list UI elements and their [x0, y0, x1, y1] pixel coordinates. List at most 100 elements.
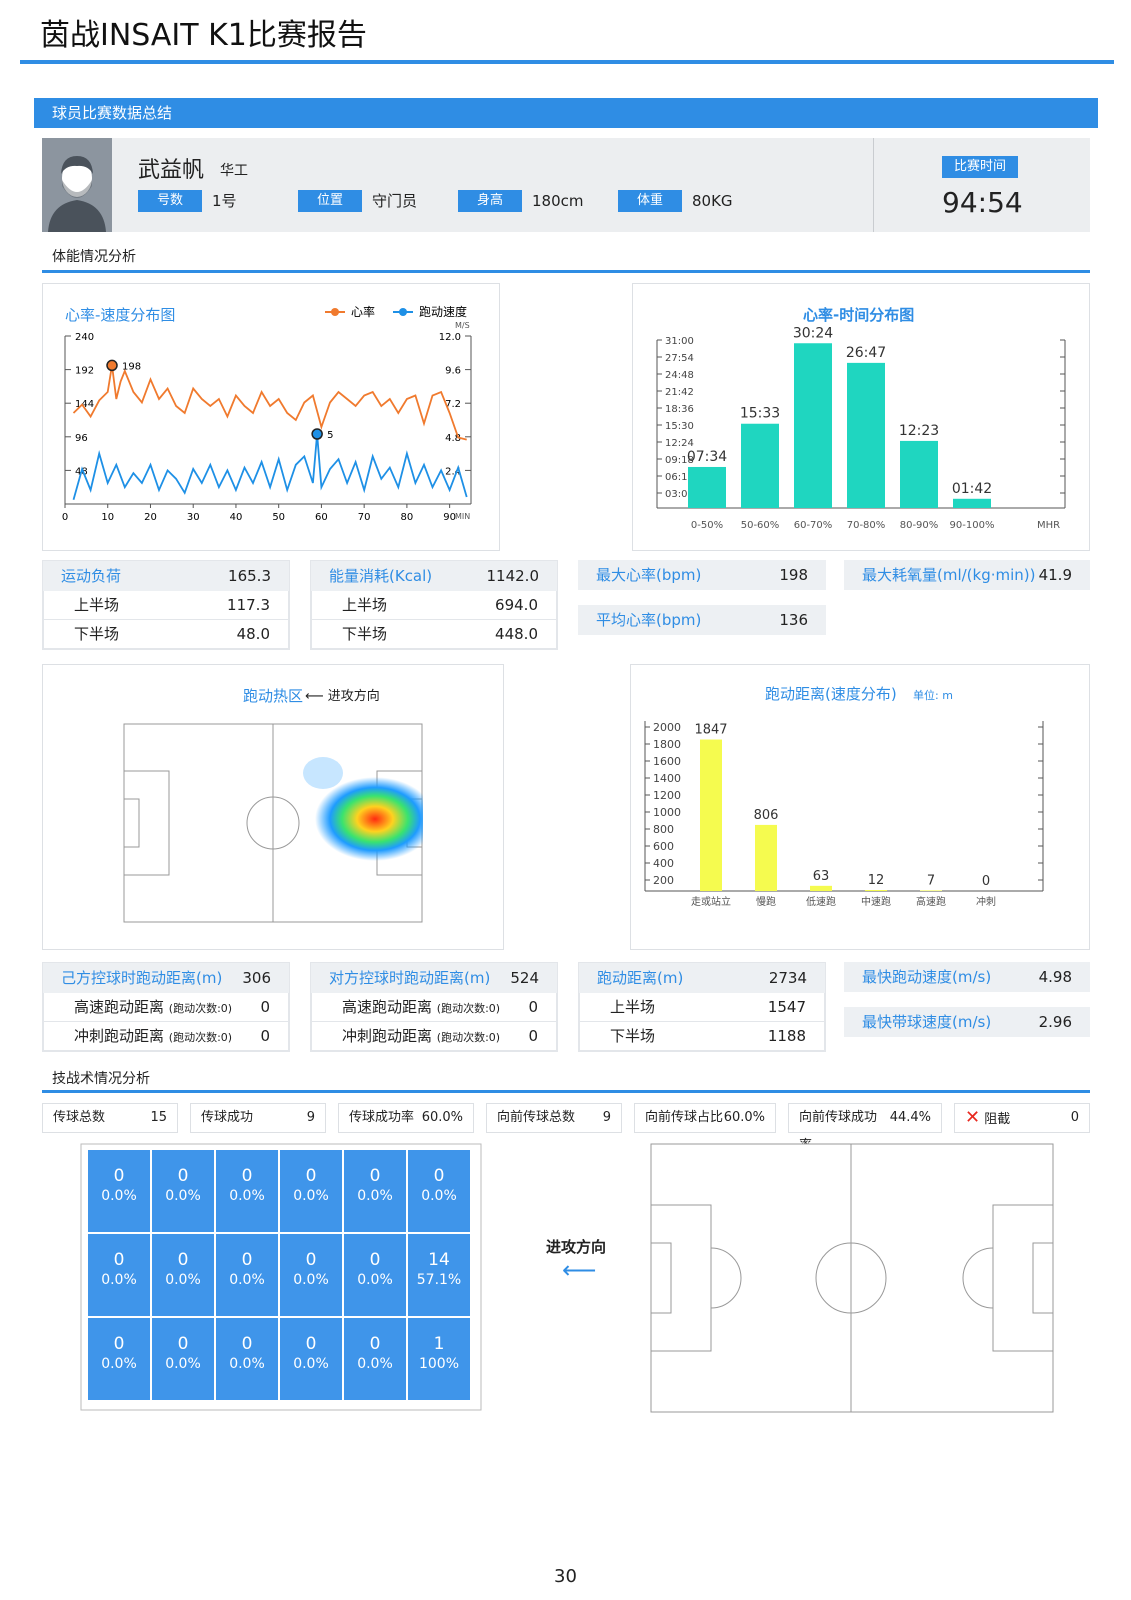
load-first-half-label: 上半场 — [74, 596, 120, 614]
pass-zone-count: 0 — [241, 1250, 253, 1270]
hr-speed-title: 心率-速度分布图 — [65, 306, 175, 324]
pass-zone-cell: 0 0.0% — [88, 1150, 150, 1232]
hr-x-tick: 30 — [187, 512, 200, 523]
run-dist-panel: 跑动距离(速度分布) 单位: m 2000 1800 1600 1400 1200 100… — [630, 664, 1090, 950]
forward-pass-ratio-value: 60.0% — [723, 1110, 765, 1125]
pass-zone-percent: 0.0% — [293, 1356, 329, 1372]
legend-hr-marker — [331, 308, 339, 316]
energy-second-half-value: 448.0 — [495, 625, 538, 643]
ht-y-tick: 21:42 — [665, 387, 694, 398]
max-dribble-speed-label: 最快带球速度(m/s) — [862, 1013, 992, 1031]
ht-bar-label: 07:34 — [687, 449, 727, 465]
pass-zone-percent: 0.0% — [101, 1272, 137, 1288]
ht-bar-label: 26:47 — [846, 345, 886, 361]
hr-speed-panel: 心率-速度分布图 心率 跑动速度 M/S MIN 240 192 144 96 48 12… — [42, 283, 500, 551]
heatmap-pitch — [123, 723, 423, 923]
own-sprint-sub: (跑动次数:0) — [168, 1031, 233, 1044]
speed-series-line — [72, 433, 468, 501]
pass-success-value: 9 — [306, 1110, 315, 1125]
pass-zone-cell: 0 0.0% — [152, 1318, 214, 1400]
run-dist-stats: 跑动距离(m) 2734 上半场 1547 下半场 1188 — [578, 962, 826, 1052]
max-hr-label: 最大心率(bpm) — [596, 566, 702, 584]
pass-rate: 传球成功率 60.0% — [338, 1103, 474, 1133]
heatmap-panel: 跑动热区 ⟵ 进攻方向 — [42, 664, 504, 950]
energy-first-half-value: 694.0 — [495, 596, 538, 614]
own-hs-value: 0 — [260, 998, 270, 1016]
legend-hr-label: 心率 — [351, 304, 375, 319]
pass-zone-percent: 0.0% — [165, 1356, 201, 1372]
hr-x-tick: 70 — [358, 512, 371, 523]
pass-zone-cell: 0 0.0% — [280, 1318, 342, 1400]
pass-zone-percent: 0.0% — [165, 1272, 201, 1288]
pass-zone-percent: 0.0% — [229, 1272, 265, 1288]
avatar-icon — [42, 138, 112, 232]
hr-time-xlabel: MHR — [1037, 520, 1060, 531]
run-first-half-value: 1547 — [767, 998, 806, 1016]
x-axis-unit: MIN — [455, 512, 470, 521]
ht-bar — [741, 423, 779, 508]
own-ball-stats: 己方控球时跑动距离(m) 306 高速跑动距离 (跑动次数:0) 0 冲刺跑动距离 … — [42, 962, 290, 1052]
pass-zone-cell: 0 0.0% — [88, 1234, 150, 1316]
hr-x-tick: 0 — [62, 512, 68, 523]
pass-total-label: 传球总数 — [53, 1110, 106, 1125]
opp-ball-label: 对方控球时跑动距离(m) — [329, 969, 491, 987]
rd-y-tick: 1600 — [653, 755, 681, 768]
own-hs-sub: (跑动次数:0) — [168, 1002, 233, 1015]
pass-zone-cell: 0 0.0% — [88, 1318, 150, 1400]
ht-y-tick: 24:48 — [665, 370, 694, 381]
rd-bar — [920, 890, 942, 891]
energy-value: 1142.0 — [486, 567, 540, 585]
ht-bar-label: 12:23 — [899, 423, 939, 439]
hr-x-tick: 10 — [101, 512, 114, 523]
rd-bar-label: 0 — [982, 874, 990, 889]
rd-y-tick: 800 — [653, 823, 674, 836]
pass-zone-count: 0 — [113, 1166, 125, 1186]
hr-peak-point — [106, 359, 118, 372]
page-title: 茵战INSAIT K1比赛报告 — [40, 18, 367, 53]
ht-x-tick: 60-70% — [794, 520, 833, 531]
pass-zone-cell: 0 0.0% — [344, 1318, 406, 1400]
tag-number-label: 号数 — [138, 190, 202, 212]
rd-y-tick: 1400 — [653, 772, 681, 785]
summary-bar: 球员比赛数据总结 — [34, 98, 1098, 128]
pass-zone-count: 0 — [305, 1166, 317, 1186]
run-first-half-label: 上半场 — [610, 998, 656, 1016]
rd-x-tick: 慢跑 — [756, 895, 776, 908]
run-dist-label: 跑动距离(m) — [597, 969, 684, 987]
opp-hs-sub: (跑动次数:0) — [436, 1002, 501, 1015]
hr-right-tick: 12.0 — [439, 332, 461, 343]
cross-icon: ✕ — [965, 1107, 981, 1128]
ht-x-tick: 90-100% — [950, 520, 995, 531]
tag-height-value: 180cm — [532, 192, 584, 210]
tag-weight-value: 80KG — [692, 192, 733, 210]
player-org: 华工 — [220, 163, 248, 179]
forward-pass-ratio-label: 向前传球占比 — [645, 1110, 724, 1125]
pass-zone-count: 0 — [177, 1166, 189, 1186]
rd-y-tick: 400 — [653, 857, 674, 870]
pass-zone-percent: 0.0% — [357, 1356, 393, 1372]
hr-right-tick: 9.6 — [445, 366, 461, 377]
title-divider — [20, 60, 1114, 64]
vo2-value: 41.9 — [1038, 566, 1072, 584]
forward-pass-rate-value: 44.4% — [889, 1110, 931, 1125]
ht-bar — [794, 343, 832, 508]
pass-zone-cell: 0 0.0% — [408, 1150, 470, 1232]
rd-x-tick: 走或站立 — [691, 895, 731, 908]
pass-zone-count: 0 — [177, 1250, 189, 1270]
rd-bar — [755, 824, 777, 891]
pass-zone-percent: 0.0% — [165, 1188, 201, 1204]
speed-peak-label: 5 — [327, 430, 333, 441]
own-hs-label: 高速跑动距离 — [74, 998, 165, 1016]
pass-zone-count: 1 — [433, 1334, 445, 1354]
pass-zone-count: 0 — [369, 1166, 381, 1186]
opp-sprint-value: 0 — [528, 1027, 538, 1045]
max-dribble-speed-stat: 最快带球速度(m/s) 2.96 — [844, 1007, 1090, 1037]
pass-zone-count: 0 — [433, 1166, 445, 1186]
forward-pass-ratio: 向前传球占比 60.0% — [634, 1103, 776, 1133]
own-sprint-label: 冲刺跑动距离 — [74, 1027, 165, 1045]
pass-success-label: 传球成功 — [201, 1110, 254, 1125]
load-first-half-value: 117.3 — [227, 596, 270, 614]
opp-hs-value: 0 — [528, 998, 538, 1016]
pass-zone-percent: 100% — [418, 1356, 460, 1372]
pass-zone-cell: 1 100% — [408, 1318, 470, 1400]
